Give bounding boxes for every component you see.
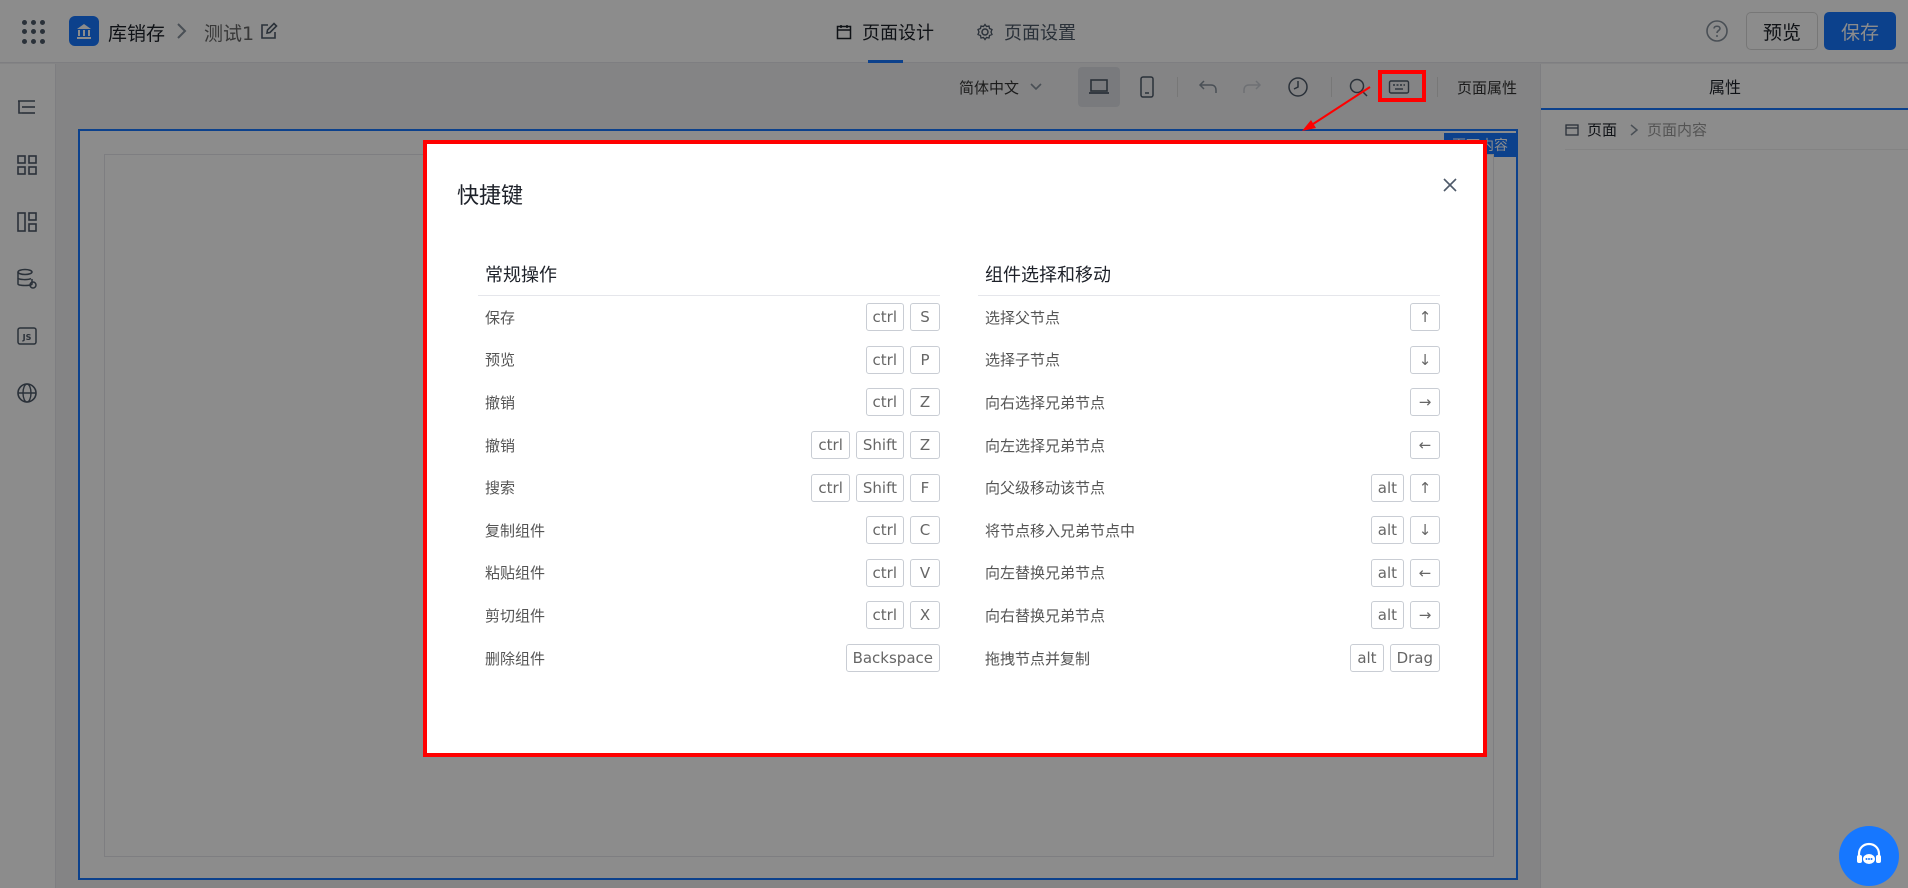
shortcuts-dialog: 快捷键 常规操作 保存 ctrl S 预览 ctrl P 撤销 ctrl Z 撤销 ctrl Shif… [423,140,1487,757]
keycap: ctrl [865,303,904,332]
shortcut-keys: ctrl Shift F [811,473,940,502]
shortcut-keys: alt ← [1370,558,1440,587]
shortcut-keys: ↑ [1410,303,1440,332]
keycap: X [910,601,940,630]
highlight-box [1378,70,1426,102]
keycap: C [910,516,940,545]
shortcut-label: 删除组件 [485,649,546,668]
shortcut-row: 选择父节点 ↑ [978,296,1440,339]
dialog-title: 快捷键 [457,184,524,209]
shortcut-label: 向左选择兄弟节点 [985,436,1106,455]
keycap: ctrl [865,388,904,417]
keycap: Backspace [845,644,940,673]
keycap: ↑ [1410,303,1440,332]
shortcut-label: 粘贴组件 [485,564,546,583]
keycap: ctrl [865,558,904,587]
shortcut-label: 预览 [485,351,516,370]
shortcut-row: 向左替换兄弟节点 alt ← [978,552,1440,595]
shortcut-row: 拖拽节点并复制 alt Drag [978,637,1440,680]
keycap: alt [1370,516,1404,545]
keycap: Drag [1389,644,1440,673]
shortcut-row: 粘贴组件 ctrl V [478,552,940,595]
shortcut-keys: ctrl V [865,558,940,587]
shortcut-label: 向左替换兄弟节点 [985,564,1106,583]
shortcut-row: 撤销 ctrl Shift Z [478,424,940,467]
shortcut-keys: ← [1410,431,1440,460]
shortcut-keys: Backspace [845,644,940,673]
keycap: alt [1370,601,1404,630]
shortcut-row: 选择子节点 ↓ [978,339,1440,382]
shortcut-label: 保存 [485,308,516,327]
keycap: ctrl [865,516,904,545]
shortcut-keys: ctrl P [865,345,940,374]
shortcut-section-general: 常规操作 保存 ctrl S 预览 ctrl P 撤销 ctrl Z 撤销 ctrl Shift Z 搜索… [478,252,940,679]
shortcut-label: 拖拽节点并复制 [985,649,1091,668]
shortcut-row: 向父级移动该节点 alt ↑ [978,466,1440,509]
shortcut-row: 搜索 ctrl Shift F [478,466,940,509]
shortcut-label: 撤销 [485,436,516,455]
keycap: S [910,303,940,332]
shortcut-row: 向右替换兄弟节点 alt → [978,594,1440,637]
keycap: P [910,345,940,374]
shortcut-row: 将节点移入兄弟节点中 alt ↓ [978,509,1440,552]
shortcut-keys: alt → [1370,601,1440,630]
keycap: ctrl [865,345,904,374]
shortcut-keys: alt ↑ [1370,473,1440,502]
keycap: alt [1370,558,1404,587]
shortcut-keys: ctrl S [865,303,940,332]
keycap: → [1410,601,1440,630]
keycap: → [1410,388,1440,417]
shortcut-label: 选择子节点 [985,351,1061,370]
keycap: Shift [855,431,904,460]
shortcut-row: 剪切组件 ctrl X [478,594,940,637]
keycap: Z [910,388,940,417]
shortcut-row: 复制组件 ctrl C [478,509,940,552]
shortcut-label: 搜索 [485,479,516,498]
shortcut-row: 预览 ctrl P [478,339,940,382]
shortcut-label: 向右替换兄弟节点 [985,606,1106,625]
keycap: Shift [855,473,904,502]
shortcut-row: 保存 ctrl S [478,296,940,339]
keycap: ctrl [811,473,850,502]
shortcut-label: 向右选择兄弟节点 [985,393,1106,412]
support-chat-button[interactable] [1839,826,1899,886]
section-title: 常规操作 [478,252,940,296]
keycap: ctrl [811,431,850,460]
shortcut-label: 剪切组件 [485,606,546,625]
shortcut-label: 选择父节点 [985,308,1061,327]
shortcut-section-selection: 组件选择和移动 选择父节点 ↑ 选择子节点 ↓ 向右选择兄弟节点 → 向左选择兄弟节点 ← 向父… [978,252,1440,679]
shortcut-row: 删除组件 Backspace [478,637,940,680]
shortcut-label: 复制组件 [485,521,546,540]
keycap: ↓ [1410,345,1440,374]
keycap: alt [1370,473,1404,502]
keycap: ← [1410,558,1440,587]
keycap: ← [1410,431,1440,460]
shortcut-list: 选择父节点 ↑ 选择子节点 ↓ 向右选择兄弟节点 → 向左选择兄弟节点 ← 向父级移动该节点 al… [978,296,1440,679]
shortcut-keys: ctrl X [865,601,940,630]
shortcut-keys: ctrl Shift Z [811,431,940,460]
shortcut-keys: ctrl Z [865,388,940,417]
shortcut-row: 撤销 ctrl Z [478,381,940,424]
keycap: ↓ [1410,516,1440,545]
section-title: 组件选择和移动 [978,252,1440,296]
shortcut-keys: → [1410,388,1440,417]
shortcut-row: 向左选择兄弟节点 ← [978,424,1440,467]
keycap: ctrl [865,601,904,630]
shortcut-label: 撤销 [485,393,516,412]
shortcut-row: 向右选择兄弟节点 → [978,381,1440,424]
shortcut-label: 将节点移入兄弟节点中 [985,521,1136,540]
shortcut-keys: ctrl C [865,516,940,545]
keycap: ↑ [1410,473,1440,502]
shortcut-keys: ↓ [1410,345,1440,374]
close-icon[interactable] [1437,172,1463,198]
shortcut-keys: alt Drag [1350,644,1440,673]
shortcut-list: 保存 ctrl S 预览 ctrl P 撤销 ctrl Z 撤销 ctrl Shift Z 搜索 ctrl S… [478,296,940,679]
keycap: alt [1350,644,1384,673]
keycap: Z [910,431,940,460]
headset-icon [1857,842,1881,864]
shortcut-label: 向父级移动该节点 [985,479,1106,498]
keycap: V [910,558,940,587]
keycap: F [910,473,940,502]
shortcut-keys: alt ↓ [1370,516,1440,545]
